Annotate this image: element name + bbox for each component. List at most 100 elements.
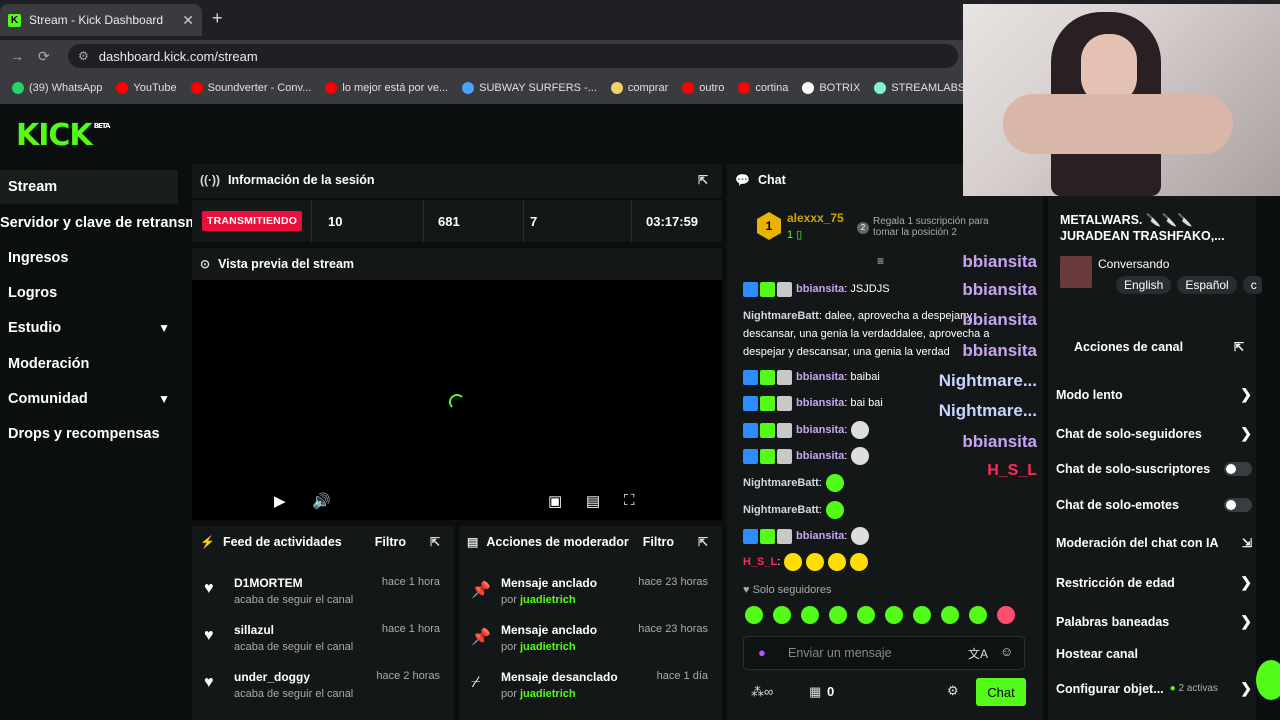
action-age-restriction[interactable]: Restricción de edad ❯	[1056, 574, 1252, 591]
close-tab-icon[interactable]: ✕	[182, 12, 194, 29]
action-host-channel[interactable]: Hostear canal	[1056, 647, 1252, 661]
bookmark-item[interactable]: (39) WhatsApp	[12, 82, 102, 94]
subs-only-toggle[interactable]	[1224, 462, 1252, 476]
mod-user[interactable]: juadietrich	[520, 641, 576, 653]
forward-icon[interactable]: →	[10, 48, 24, 64]
tag[interactable]: English	[1116, 276, 1172, 294]
theater-icon[interactable]: ▤	[586, 492, 600, 510]
activity-filter-button[interactable]: Filtro	[375, 535, 406, 549]
bookmark-item[interactable]: cortina	[738, 82, 788, 94]
activity-feed-panel: ⚡ Feed de actividades Filtro ⇱ ♥ D1MORTEM aca…	[192, 526, 454, 720]
action-subs-only[interactable]: Chat de solo-suscriptores	[1056, 462, 1252, 476]
activity-user[interactable]: under_doggy	[234, 670, 310, 684]
sidebar-item-server-key[interactable]: Servidor y clave de retransm	[0, 206, 198, 240]
overlay-username: bbiansita	[962, 252, 1037, 271]
reload-icon[interactable]: ⟳	[38, 48, 50, 65]
chat-username[interactable]: bbiansita	[796, 371, 844, 383]
bookmark-item[interactable]: YouTube	[116, 82, 177, 94]
mod-user[interactable]: juadietrich	[520, 688, 576, 700]
chat-username[interactable]: bbiansita	[796, 424, 844, 436]
chat-text: :	[818, 477, 822, 489]
chat-text: :	[777, 556, 781, 568]
send-chat-button[interactable]: Chat	[976, 678, 1026, 706]
new-tab-icon[interactable]: +	[212, 8, 223, 29]
action-configure-goals[interactable]: Configurar objet... ● 2 activas ❯	[1056, 680, 1252, 697]
site-info-icon[interactable]: ⚙	[78, 49, 89, 63]
bookmark-item[interactable]: STREAMLABS	[874, 82, 965, 94]
sidebar-item-label: Estudio	[8, 320, 62, 336]
chat-username[interactable]: bbiansita	[796, 397, 844, 409]
fullscreen-icon[interactable]: ⛶	[624, 492, 635, 509]
activity-user[interactable]: D1MORTEM	[234, 576, 303, 590]
quick-emote-icon[interactable]	[801, 606, 819, 624]
chat-username[interactable]: bbiansita	[796, 530, 844, 542]
kick-help-button[interactable]	[1256, 660, 1280, 700]
action-label: Configurar objet...	[1056, 681, 1164, 696]
chat-username[interactable]: NightmareBatt	[743, 504, 819, 516]
settings-gear-icon[interactable]: ⚙	[947, 683, 959, 699]
loading-spinner-icon	[449, 394, 465, 410]
sidebar-item-studio[interactable]: Estudio ▼	[0, 311, 178, 345]
chat-input[interactable]: ● Enviar un mensaje 文A ☺	[743, 636, 1025, 670]
quick-emote-icon[interactable]	[745, 606, 763, 624]
kick-logo[interactable]: KICK BETA	[16, 118, 110, 153]
sidebar-item-community[interactable]: Comunidad ▼	[0, 382, 178, 416]
quick-emote-icon[interactable]	[773, 606, 791, 624]
url-field[interactable]: ⚙ dashboard.kick.com/stream	[68, 44, 958, 68]
popout-icon[interactable]: ⇱	[698, 173, 708, 187]
quick-emote-icon[interactable]	[969, 606, 987, 624]
quick-emote-icon[interactable]	[885, 606, 903, 624]
quick-emote-icon[interactable]	[913, 606, 931, 624]
pin-icon: 📌	[471, 629, 491, 646]
quick-emote-icon[interactable]	[997, 606, 1015, 624]
volume-icon[interactable]: 🔊	[312, 492, 331, 510]
quick-emote-icon[interactable]	[857, 606, 875, 624]
stream-category[interactable]: Conversando	[1098, 257, 1169, 271]
sidebar-item-drops[interactable]: Drops y recompensas	[0, 417, 178, 451]
mic-icon[interactable]: ●	[758, 645, 766, 660]
chat-username[interactable]: bbiansita	[796, 283, 844, 295]
emoji-icon[interactable]: ☺	[1000, 644, 1013, 659]
sidebar-item-label: Servidor y clave de retransm	[0, 215, 199, 231]
action-ai-moderation[interactable]: Moderación del chat con IA ⇲	[1056, 536, 1252, 550]
pip-icon[interactable]: ▣	[548, 492, 562, 510]
mod-user[interactable]: juadietrich	[520, 594, 576, 606]
chevron-right-icon: ❯	[1240, 574, 1252, 590]
emotes-only-toggle[interactable]	[1224, 498, 1252, 512]
browser-tab[interactable]: K Stream - Kick Dashboard ✕	[0, 4, 202, 36]
sidebar-item-moderation[interactable]: Moderación	[0, 347, 178, 381]
top-gifter-name[interactable]: alexxx_75	[787, 211, 844, 225]
tag[interactable]: Español	[1177, 276, 1237, 294]
quick-emote-icon[interactable]	[941, 606, 959, 624]
store-icon[interactable]: ▦	[809, 684, 821, 700]
bookmark-item[interactable]: lo mejor está por ve...	[325, 82, 448, 94]
quick-emote-icon[interactable]	[829, 606, 847, 624]
popout-icon[interactable]: ⇱	[1234, 340, 1244, 354]
action-emotes-only[interactable]: Chat de solo-emotes	[1056, 498, 1252, 512]
bookmark-item[interactable]: SUBWAY SURFERS -...	[462, 82, 597, 94]
action-banned-words[interactable]: Palabras baneadas ❯	[1056, 613, 1252, 630]
bookmark-item[interactable]: BOTRIX	[802, 82, 860, 94]
translate-icon[interactable]: 文A	[968, 645, 988, 662]
chat-username[interactable]: NightmareBatt	[743, 310, 819, 322]
bookmark-item[interactable]: outro	[682, 82, 724, 94]
pinned-collapse-icon[interactable]: ≡	[877, 254, 884, 268]
sidebar-item-achievements[interactable]: Logros	[0, 276, 178, 310]
chat-username[interactable]: H_S_L	[743, 556, 777, 568]
bookmark-item[interactable]: Soundverter - Conv...	[190, 82, 311, 94]
sidebar-item-stream[interactable]: Stream	[0, 170, 178, 204]
play-icon[interactable]: ▶	[274, 492, 286, 510]
chat-username[interactable]: bbiansita	[796, 450, 844, 462]
popout-icon[interactable]: ⇱	[698, 535, 708, 549]
action-slow-mode[interactable]: Modo lento ❯	[1056, 386, 1252, 403]
mod-actions-filter-button[interactable]: Filtro	[643, 535, 674, 549]
chat-username[interactable]: NightmareBatt	[743, 477, 819, 489]
points-icon[interactable]: ⁂∞	[751, 684, 773, 700]
popout-icon[interactable]: ⇱	[430, 535, 440, 549]
bookmark-item[interactable]: comprar	[610, 82, 668, 94]
activity-action: acaba de seguir el canal	[234, 641, 354, 653]
sidebar-item-income[interactable]: Ingresos	[0, 241, 178, 275]
action-followers-only[interactable]: Chat de solo-seguidores ❯	[1056, 425, 1252, 442]
stream-preview[interactable]: ▶ 🔊 ▣ ▤ ⛶	[192, 280, 722, 520]
activity-user[interactable]: sillazul	[234, 623, 274, 637]
